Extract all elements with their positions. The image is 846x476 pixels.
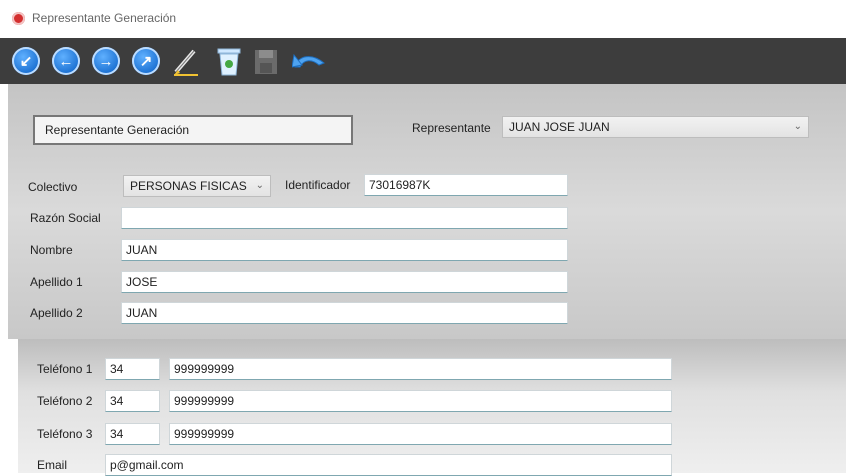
title-bar: Representante Generación	[0, 0, 846, 38]
apellido2-label: Apellido 2	[30, 306, 83, 320]
representante-select[interactable]: JUAN JOSE JUAN ⌄	[502, 116, 809, 138]
telefono3-number-field[interactable]: 999999999	[169, 423, 672, 445]
nombre-field[interactable]: JUAN	[121, 239, 568, 261]
nombre-label: Nombre	[30, 243, 73, 257]
section-title-text: Representante Generación	[45, 123, 190, 137]
first-icon: ↙	[19, 53, 33, 70]
telefono3-prefix-field[interactable]: 34	[105, 423, 160, 445]
colectivo-select[interactable]: PERSONAS FISICAS ⌄	[123, 175, 271, 197]
telefono1-label: Teléfono 1	[37, 362, 93, 376]
prev-icon: ←	[58, 52, 74, 70]
undo-icon	[291, 53, 325, 68]
razon-social-label: Razón Social	[30, 211, 101, 225]
razon-social-field[interactable]	[121, 207, 568, 229]
last-icon: ↗	[139, 53, 153, 70]
telefono1-prefix-field[interactable]: 34	[105, 358, 160, 380]
last-record-button[interactable]: ↗	[132, 47, 160, 75]
next-icon: →	[98, 52, 114, 70]
telefono2-prefix-field[interactable]: 34	[105, 390, 160, 412]
colectivo-value: PERSONAS FISICAS	[130, 179, 247, 193]
delete-button[interactable]	[214, 45, 244, 77]
undo-button[interactable]	[291, 45, 325, 77]
email-label: Email	[37, 458, 68, 472]
app-icon	[12, 12, 25, 25]
telefono2-number-field[interactable]: 999999999	[169, 390, 672, 412]
colectivo-label: Colectivo	[28, 180, 78, 194]
representante-label: Representante	[412, 121, 491, 135]
previous-record-button[interactable]: ←	[52, 47, 80, 75]
telefono2-label: Teléfono 2	[37, 394, 93, 408]
delete-icon	[217, 48, 241, 76]
apellido2-field[interactable]: JUAN	[121, 302, 568, 324]
chevron-down-icon: ⌄	[793, 121, 802, 132]
telefono3-label: Teléfono 3	[37, 427, 93, 441]
edit-icon	[174, 49, 198, 76]
edit-button[interactable]	[172, 45, 202, 77]
first-record-button[interactable]: ↙	[12, 47, 40, 75]
representante-value: JUAN JOSE JUAN	[509, 120, 610, 134]
identificador-label: Identificador	[285, 178, 351, 192]
chevron-down-icon: ⌄	[255, 180, 264, 191]
apellido1-label: Apellido 1	[30, 275, 83, 289]
save-icon	[255, 50, 277, 74]
toolbar: ↙ ← → ↗	[0, 38, 846, 84]
section-title: Representante Generación	[33, 115, 353, 145]
next-record-button[interactable]: →	[92, 47, 120, 75]
identificador-field[interactable]: 73016987K	[364, 174, 568, 196]
window-title: Representante Generación	[32, 11, 177, 25]
telefono1-number-field[interactable]: 999999999	[169, 358, 672, 380]
apellido1-field[interactable]: JOSE	[121, 271, 568, 293]
save-button[interactable]	[252, 45, 282, 77]
